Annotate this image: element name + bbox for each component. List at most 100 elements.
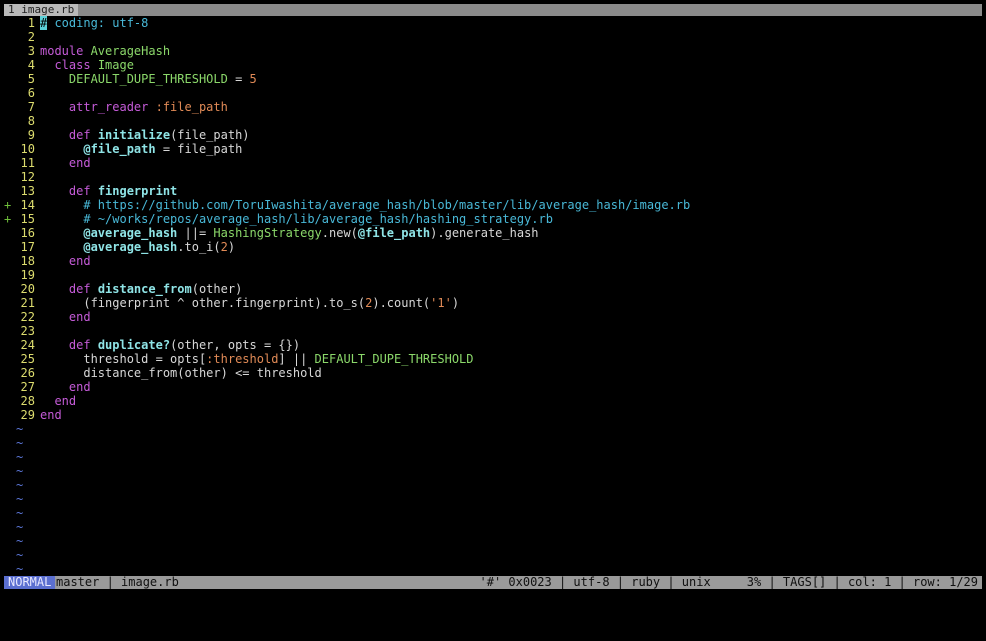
line-number: 21 [20,296,35,310]
code-text: end [40,156,91,170]
line-number: 11 [20,156,35,170]
mode-indicator: NORMAL [4,576,56,589]
line-number: 27 [20,380,35,394]
code-token: ).count( [372,296,431,310]
tab-image-rb[interactable]: 1 image.rb [4,4,79,16]
code-line[interactable]: 26 distance_from(other) <= threshold [4,366,982,380]
code-token: ] || [278,352,315,366]
code-token: ||= [177,226,214,240]
code-line[interactable]: 5 DEFAULT_DUPE_THRESHOLD = 5 [4,72,982,86]
code-line[interactable]: 11 end [4,156,982,170]
code-line[interactable]: 3 module AverageHash [4,44,982,58]
tilde-marker: ~ [16,478,24,492]
editor-buffer[interactable]: 1 # coding: utf-8 2 3 module AverageHash 4 cl… [4,16,982,590]
code-text: end [40,408,62,422]
code-text: # ~/works/repos/average_hash/lib/average… [40,212,553,226]
code-text: # https://github.com/ToruIwashita/averag… [40,198,690,212]
code-line[interactable]: 18 end [4,254,982,268]
empty-buffer-line: ~ [4,478,982,492]
code-text: end [40,394,76,408]
code-line[interactable]: 1 # coding: utf-8 [4,16,982,30]
code-line[interactable]: 9 def initialize(file_path) [4,128,982,142]
code-token: 2 [220,240,228,254]
code-line[interactable]: 4 class Image [4,58,982,72]
code-token: ).generate_hash [430,226,539,240]
line-number: 9 [27,128,35,142]
code-token: (other, opts = {}) [170,338,301,352]
code-line[interactable]: 27 end [4,380,982,394]
line-number: 10 [20,142,35,156]
empty-buffer-line: ~ [4,436,982,450]
code-token: @file_path [83,142,156,156]
line-number: 3 [27,44,35,58]
git-sign: + [4,198,12,212]
tilde-marker: ~ [16,562,24,576]
empty-buffer-line: ~ [4,562,982,576]
code-token: (fingerprint ^ other.fingerprint).to_s( [40,296,366,310]
line-number: 24 [20,338,35,352]
code-token: fingerprint [97,184,178,198]
code-line[interactable]: 7 attr_reader :file_path [4,100,982,114]
code-token: # https://github.com/ToruIwashita/averag… [83,198,691,212]
code-line[interactable]: 16 @average_hash ||= HashingStrategy.new… [4,226,982,240]
code-token: duplicate? [97,338,171,352]
empty-buffer-line: ~ [4,534,982,548]
line-number: 6 [27,86,35,100]
code-text: def duplicate?(other, opts = {}) [40,338,300,352]
code-line[interactable]: 29 end [4,408,982,422]
code-text: def fingerprint [40,184,177,198]
tabline: 1 image.rb [4,4,982,16]
code-text: end [40,254,91,268]
code-line[interactable]: 22 end [4,310,982,324]
code-line[interactable]: 13 def fingerprint [4,184,982,198]
line-number: 14 [20,198,35,212]
status-file-info: '#' 0x0023 | utf-8 | ruby | unix 3% | TA… [479,575,979,589]
code-line[interactable]: 2 [4,30,982,44]
empty-buffer-line: ~ [4,492,982,506]
code-line[interactable]: 28 end [4,394,982,408]
code-token: end [40,408,62,422]
code-line[interactable]: +14 # https://github.com/ToruIwashita/av… [4,198,982,212]
line-number: 22 [20,310,35,324]
code-token: threshold = opts[ [40,352,207,366]
code-token: 5 [249,72,257,86]
empty-buffer-line: ~ [4,506,982,520]
line-number: 19 [20,268,35,282]
code-token: distance_from(other) <= threshold [40,366,322,380]
code-line[interactable]: 21 (fingerprint ^ other.fingerprint).to_… [4,296,982,310]
code-token: Image [97,58,134,72]
code-text: def initialize(file_path) [40,128,250,142]
code-token: # ~/works/repos/average_hash/lib/average… [83,212,553,226]
code-token: coding: utf-8 [47,16,149,30]
tilde-marker: ~ [16,534,24,548]
code-line[interactable]: 24 def duplicate?(other, opts = {}) [4,338,982,352]
code-line[interactable]: 20 def distance_from(other) [4,282,982,296]
code-text: DEFAULT_DUPE_THRESHOLD = 5 [40,72,257,86]
code-token: .to_i( [177,240,221,254]
code-line[interactable]: 25 threshold = opts[:threshold] || DEFAU… [4,352,982,366]
code-line[interactable]: 19 [4,268,982,282]
line-number: 13 [20,184,35,198]
code-text: @file_path = file_path [40,142,242,156]
code-line[interactable]: 23 [4,324,982,338]
code-line[interactable]: 10 @file_path = file_path [4,142,982,156]
code-line[interactable]: 17 @average_hash.to_i(2) [4,240,982,254]
code-line[interactable]: +15 # ~/works/repos/average_hash/lib/ave… [4,212,982,226]
line-number: 20 [20,282,35,296]
empty-buffer-line: ~ [4,450,982,464]
code-text: @average_hash ||= HashingStrategy.new(@f… [40,226,539,240]
code-token: end [68,380,91,394]
code-line[interactable]: 6 [4,86,982,100]
code-line[interactable]: 12 [4,170,982,184]
line-number: 17 [20,240,35,254]
code-token: initialize [97,128,171,142]
code-line[interactable]: 8 [4,114,982,128]
